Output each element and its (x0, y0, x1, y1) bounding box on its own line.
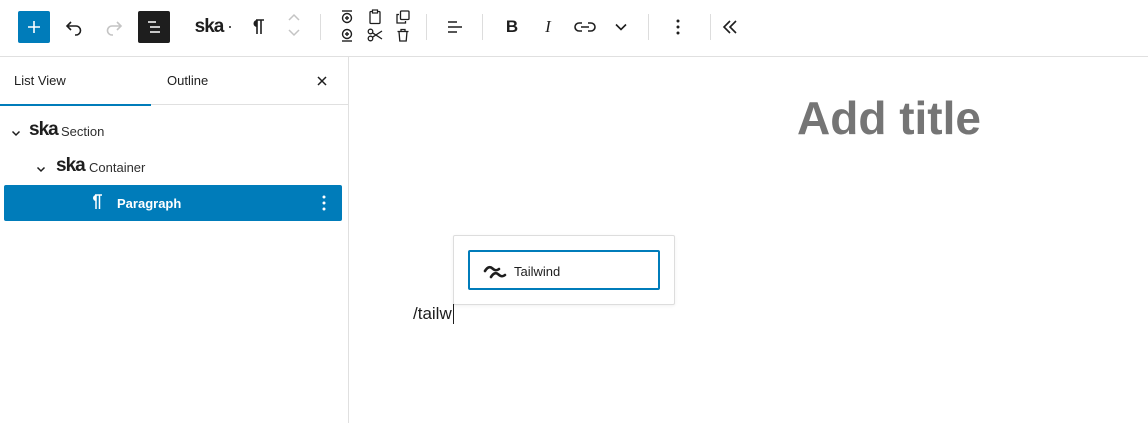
paragraph-block[interactable]: /tailw (413, 304, 454, 324)
italic-label: I (545, 17, 551, 36)
pilcrow-icon (253, 19, 264, 34)
more-vertical-icon (322, 195, 326, 211)
expander-chevron[interactable] (11, 126, 21, 141)
pilcrow-icon (89, 193, 105, 214)
block-type-button[interactable] (244, 11, 272, 43)
duplicate-button[interactable] (393, 8, 413, 26)
copy-button[interactable] (365, 8, 385, 26)
chevron-down-icon (288, 29, 300, 37)
tab-list-view[interactable]: List View (0, 57, 151, 106)
block-inserter-popover: Tailwind (453, 235, 675, 305)
tab-outline[interactable]: Outline (151, 57, 271, 105)
link-icon (574, 22, 596, 32)
toolbar-divider (320, 14, 321, 40)
inserter-option-tailwind[interactable]: Tailwind (468, 250, 660, 290)
chevron-down-icon (11, 130, 21, 137)
inserter-option-label: Tailwind (514, 264, 561, 279)
add-block-button[interactable] (18, 11, 50, 43)
tree-item-label: Container (89, 160, 146, 175)
active-tab-indicator (0, 104, 151, 106)
close-sidebar-button[interactable] (310, 69, 334, 93)
insert-before-icon (341, 10, 353, 24)
toolbar-divider (710, 14, 711, 40)
item-options-button[interactable] (321, 194, 327, 215)
more-vertical-icon (676, 19, 680, 35)
redo-icon (106, 21, 123, 36)
insert-before-button[interactable] (337, 8, 357, 26)
list-view-sidebar: List View Outline ska Section ska Contai… (0, 57, 349, 423)
block-parent-selector[interactable]: ska (192, 11, 234, 43)
cut-button[interactable] (365, 26, 385, 44)
duplicate-icon (396, 10, 410, 24)
editor-canvas: Add title Tailwind /tailw (349, 57, 1148, 423)
sidebar-tabs: List View Outline (0, 57, 348, 106)
redo-button[interactable] (100, 11, 128, 43)
chevron-down-icon (615, 23, 627, 31)
toolbar-divider (426, 14, 427, 40)
link-button[interactable] (570, 11, 600, 43)
tree-item-label: Paragraph (117, 196, 182, 211)
tree-item-label: Section (61, 124, 105, 139)
tab-label: Outline (167, 73, 209, 88)
block-options-button[interactable] (664, 11, 692, 43)
chevron-down-icon (36, 166, 46, 173)
post-title-input[interactable]: Add title (797, 91, 981, 145)
trash-icon (397, 28, 409, 42)
bold-label: B (505, 17, 519, 36)
chevron-double-left-icon (722, 20, 737, 34)
remove-block-button[interactable] (393, 26, 413, 44)
chevron-up-icon (288, 13, 300, 21)
list-view-icon (148, 21, 160, 33)
close-icon (317, 76, 327, 86)
clipboard-icon (369, 9, 381, 25)
toolbar-divider (648, 14, 649, 40)
list-view-item-paragraph[interactable]: Paragraph (4, 185, 342, 221)
insert-after-button[interactable] (337, 26, 357, 44)
ska-logo: ska (194, 16, 225, 37)
ska-logo: ska (56, 155, 86, 176)
expander-chevron[interactable] (36, 162, 46, 177)
list-view-toggle-button[interactable] (138, 11, 170, 43)
ska-logo: ska (29, 119, 59, 140)
scissors-icon (367, 28, 383, 42)
text-caret (452, 304, 454, 324)
tailwind-icon (483, 265, 507, 279)
move-down-button[interactable] (284, 24, 304, 42)
undo-icon (65, 21, 82, 36)
separator-dot (229, 26, 232, 28)
align-button[interactable] (440, 11, 470, 43)
toolbar-divider (482, 14, 483, 40)
paragraph-text: /tailw (413, 304, 452, 323)
editor-toolbar: ska B I (0, 0, 1148, 57)
list-view-item-section[interactable]: ska Section (4, 113, 342, 149)
more-formatting-button[interactable] (608, 11, 634, 43)
collapse-toolbar-button[interactable] (716, 11, 744, 43)
plus-icon (28, 21, 40, 33)
italic-button[interactable]: I (534, 11, 562, 43)
bold-button[interactable]: B (498, 11, 526, 43)
insert-after-icon (341, 28, 353, 42)
align-left-icon (448, 21, 462, 33)
undo-button[interactable] (60, 11, 88, 43)
tab-label: List View (14, 73, 66, 88)
list-view-item-container[interactable]: ska Container (4, 149, 342, 185)
